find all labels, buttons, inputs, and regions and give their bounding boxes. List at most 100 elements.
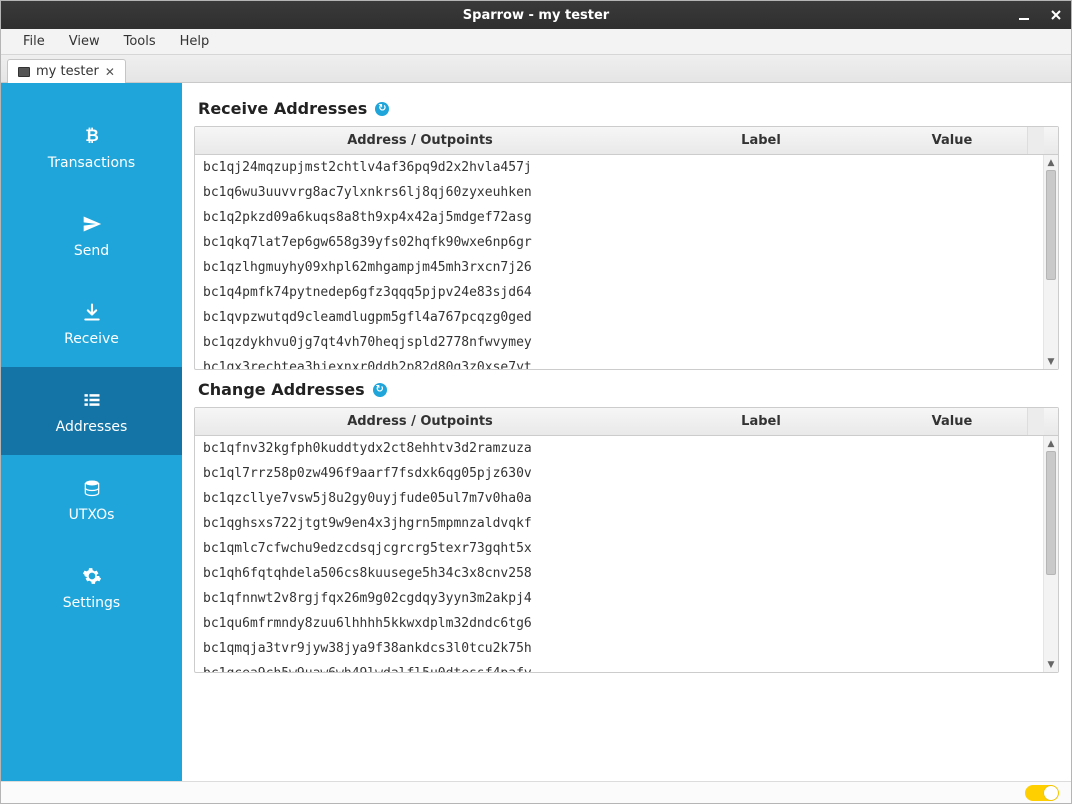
sidebar-item-addresses[interactable]: Addresses	[1, 367, 182, 455]
wallet-tab-label: my tester	[36, 64, 99, 79]
address-cell: bc1qmlc7cfwchu9edzcdsqjcgrcrg5texr73gqht…	[195, 541, 645, 556]
table-row[interactable]: bc1q4pmfk74pytnedep6gfz3qqq5pjpv24e83sjd…	[195, 280, 1058, 305]
change-table: Address / Outpoints Label Value bc1qfnv3…	[194, 407, 1059, 673]
sidebar-item-label: Settings	[63, 595, 120, 611]
table-row[interactable]: bc1qfnv32kgfph0kuddtydx2ct8ehhtv3d2ramzu…	[195, 436, 1058, 461]
sidebar-item-utxos[interactable]: UTXOs	[1, 455, 182, 543]
address-cell: bc1qfnnwt2v8rgjfqx26m9g02cgdqy3yyn3m2akp…	[195, 591, 645, 606]
address-cell: bc1qkq7lat7ep6gw658g39yfs02hqfk90wxe6np6…	[195, 235, 645, 250]
sidebar-item-transactions[interactable]: ₿ Transactions	[1, 103, 182, 191]
col-header-value[interactable]: Value	[877, 408, 1027, 435]
sidebar-item-label: UTXOs	[69, 507, 115, 523]
menu-view[interactable]: View	[57, 30, 112, 53]
col-header-label[interactable]: Label	[645, 127, 877, 154]
change-section: Change Addresses ↻ Address / Outpoints L…	[194, 380, 1059, 673]
address-cell: bc1ql7rrz58p0zw496f9aarf7fsdxk6qg05pjz63…	[195, 466, 645, 481]
table-row[interactable]: bc1qzcllye7vsw5j8u2gy0uyjfude05ul7m7v0ha…	[195, 486, 1058, 511]
menu-tools[interactable]: Tools	[112, 30, 168, 53]
table-row[interactable]: bc1qx3rechtea3hjexnxr0ddh2p82d80g3z0xse7…	[195, 355, 1058, 369]
table-row[interactable]: bc1q6wu3uuvvrg8ac7ylxnkrs6lj8qj60zyxeuhk…	[195, 180, 1058, 205]
sidebar: ₿ Transactions Send Receive Addresses UT…	[1, 83, 182, 781]
scroll-down-icon[interactable]: ▼	[1044, 657, 1058, 672]
table-row[interactable]: bc1qmlc7cfwchu9edzcdsqjcgrcrg5texr73gqht…	[195, 536, 1058, 561]
window-minimize-button[interactable]	[1015, 6, 1033, 24]
receive-table: Address / Outpoints Label Value bc1qj24m…	[194, 126, 1059, 370]
window-close-button[interactable]	[1047, 6, 1065, 24]
col-header-scroll	[1027, 408, 1044, 435]
sidebar-item-settings[interactable]: Settings	[1, 543, 182, 631]
col-header-value[interactable]: Value	[877, 127, 1027, 154]
address-cell: bc1qzlhgmuyhy09xhpl62mhgampjm45mh3rxcn7j…	[195, 260, 645, 275]
tabstrip: my tester ✕	[1, 55, 1071, 83]
app-window: Sparrow - my tester File View Tools Help…	[0, 0, 1072, 804]
receive-icon	[81, 301, 103, 323]
col-header-address[interactable]: Address / Outpoints	[195, 127, 645, 154]
col-header-scroll	[1027, 127, 1044, 154]
scroll-thumb[interactable]	[1046, 451, 1056, 575]
table-row[interactable]: bc1qzdykhvu0jg7qt4vh70heqjspld2778nfwvym…	[195, 330, 1058, 355]
address-cell: bc1q2pkzd09a6kuqs8a8th9xp4x42aj5mdgef72a…	[195, 210, 645, 225]
close-icon[interactable]: ✕	[105, 65, 115, 79]
sidebar-item-receive[interactable]: Receive	[1, 279, 182, 367]
send-icon	[81, 213, 103, 235]
table-row[interactable]: bc1qvpzwutqd9cleamdlugpm5gfl4a767pcqzg0g…	[195, 305, 1058, 330]
wallet-tab[interactable]: my tester ✕	[7, 59, 126, 83]
bitcoin-icon: ₿	[81, 125, 103, 147]
address-cell: bc1qzcllye7vsw5j8u2gy0uyjfude05ul7m7v0ha…	[195, 491, 645, 506]
gear-icon	[81, 565, 103, 587]
utxos-icon	[81, 477, 103, 499]
sidebar-item-label: Send	[74, 243, 109, 259]
address-cell: bc1q4pmfk74pytnedep6gfz3qqq5pjpv24e83sjd…	[195, 285, 645, 300]
address-cell: bc1qzdykhvu0jg7qt4vh70heqjspld2778nfwvym…	[195, 335, 645, 350]
scroll-up-icon[interactable]: ▲	[1044, 436, 1058, 451]
sidebar-item-label: Transactions	[48, 155, 135, 171]
address-cell: bc1qx3rechtea3hjexnxr0ddh2p82d80g3z0xse7…	[195, 360, 645, 369]
change-title: Change Addresses	[198, 380, 365, 399]
svg-text:₿: ₿	[85, 126, 99, 145]
address-cell: bc1qh6fqtqhdela506cs8kuusege5h34c3x8cnv2…	[195, 566, 645, 581]
table-row[interactable]: bc1qfnnwt2v8rgjfqx26m9g02cgdqy3yyn3m2akp…	[195, 586, 1058, 611]
address-cell: bc1qu6mfrmndy8zuu6lhhhh5kkwxdplm32dndc6t…	[195, 616, 645, 631]
main-content: Receive Addresses ↻ Address / Outpoints …	[182, 83, 1071, 781]
table-row[interactable]: bc1qu6mfrmndy8zuu6lhhhh5kkwxdplm32dndc6t…	[195, 611, 1058, 636]
table-row[interactable]: bc1qcea9ch5w9uaw6wh49lwdalfl5u0dtessf4pa…	[195, 661, 1058, 672]
table-row[interactable]: bc1qkq7lat7ep6gw658g39yfs02hqfk90wxe6np6…	[195, 230, 1058, 255]
table-row[interactable]: bc1ql7rrz58p0zw496f9aarf7fsdxk6qg05pjz63…	[195, 461, 1058, 486]
address-cell: bc1q6wu3uuvvrg8ac7ylxnkrs6lj8qj60zyxeuhk…	[195, 185, 645, 200]
scroll-down-icon[interactable]: ▼	[1044, 354, 1058, 369]
refresh-icon[interactable]: ↻	[375, 102, 389, 116]
address-cell: bc1qj24mqzupjmst2chtlv4af36pq9d2x2hvla45…	[195, 160, 645, 175]
table-row[interactable]: bc1qzlhgmuyhy09xhpl62mhgampjm45mh3rxcn7j…	[195, 255, 1058, 280]
table-row[interactable]: bc1qghsxs722jtgt9w9en4x3jhgrn5mpmnzaldvq…	[195, 511, 1058, 536]
window-title: Sparrow - my tester	[463, 8, 609, 23]
table-row[interactable]: bc1qj24mqzupjmst2chtlv4af36pq9d2x2hvla45…	[195, 155, 1058, 180]
scroll-up-icon[interactable]: ▲	[1044, 155, 1058, 170]
receive-scrollbar[interactable]: ▲ ▼	[1043, 155, 1058, 369]
address-cell: bc1qmqja3tvr9jyw38jya9f38ankdcs3l0tcu2k7…	[195, 641, 645, 656]
menu-file[interactable]: File	[11, 30, 57, 53]
address-cell: bc1qvpzwutqd9cleamdlugpm5gfl4a767pcqzg0g…	[195, 310, 645, 325]
change-scrollbar[interactable]: ▲ ▼	[1043, 436, 1058, 672]
receive-title: Receive Addresses	[198, 99, 367, 118]
refresh-icon[interactable]: ↻	[373, 383, 387, 397]
col-header-label[interactable]: Label	[645, 408, 877, 435]
address-cell: bc1qcea9ch5w9uaw6wh49lwdalfl5u0dtessf4pa…	[195, 666, 645, 672]
statusbar	[1, 781, 1071, 803]
addresses-icon	[81, 389, 103, 411]
sidebar-item-send[interactable]: Send	[1, 191, 182, 279]
col-header-address[interactable]: Address / Outpoints	[195, 408, 645, 435]
sidebar-item-label: Receive	[64, 331, 119, 347]
menu-help[interactable]: Help	[168, 30, 222, 53]
receive-section: Receive Addresses ↻ Address / Outpoints …	[194, 99, 1059, 370]
connection-toggle[interactable]	[1025, 785, 1059, 801]
table-row[interactable]: bc1qmqja3tvr9jyw38jya9f38ankdcs3l0tcu2k7…	[195, 636, 1058, 661]
table-row[interactable]: bc1qh6fqtqhdela506cs8kuusege5h34c3x8cnv2…	[195, 561, 1058, 586]
titlebar: Sparrow - my tester	[1, 1, 1071, 29]
table-row[interactable]: bc1q2pkzd09a6kuqs8a8th9xp4x42aj5mdgef72a…	[195, 205, 1058, 230]
address-cell: bc1qfnv32kgfph0kuddtydx2ct8ehhtv3d2ramzu…	[195, 441, 645, 456]
wallet-icon	[18, 67, 30, 77]
scroll-thumb[interactable]	[1046, 170, 1056, 280]
sidebar-item-label: Addresses	[56, 419, 128, 435]
address-cell: bc1qghsxs722jtgt9w9en4x3jhgrn5mpmnzaldvq…	[195, 516, 645, 531]
menubar: File View Tools Help	[1, 29, 1071, 55]
